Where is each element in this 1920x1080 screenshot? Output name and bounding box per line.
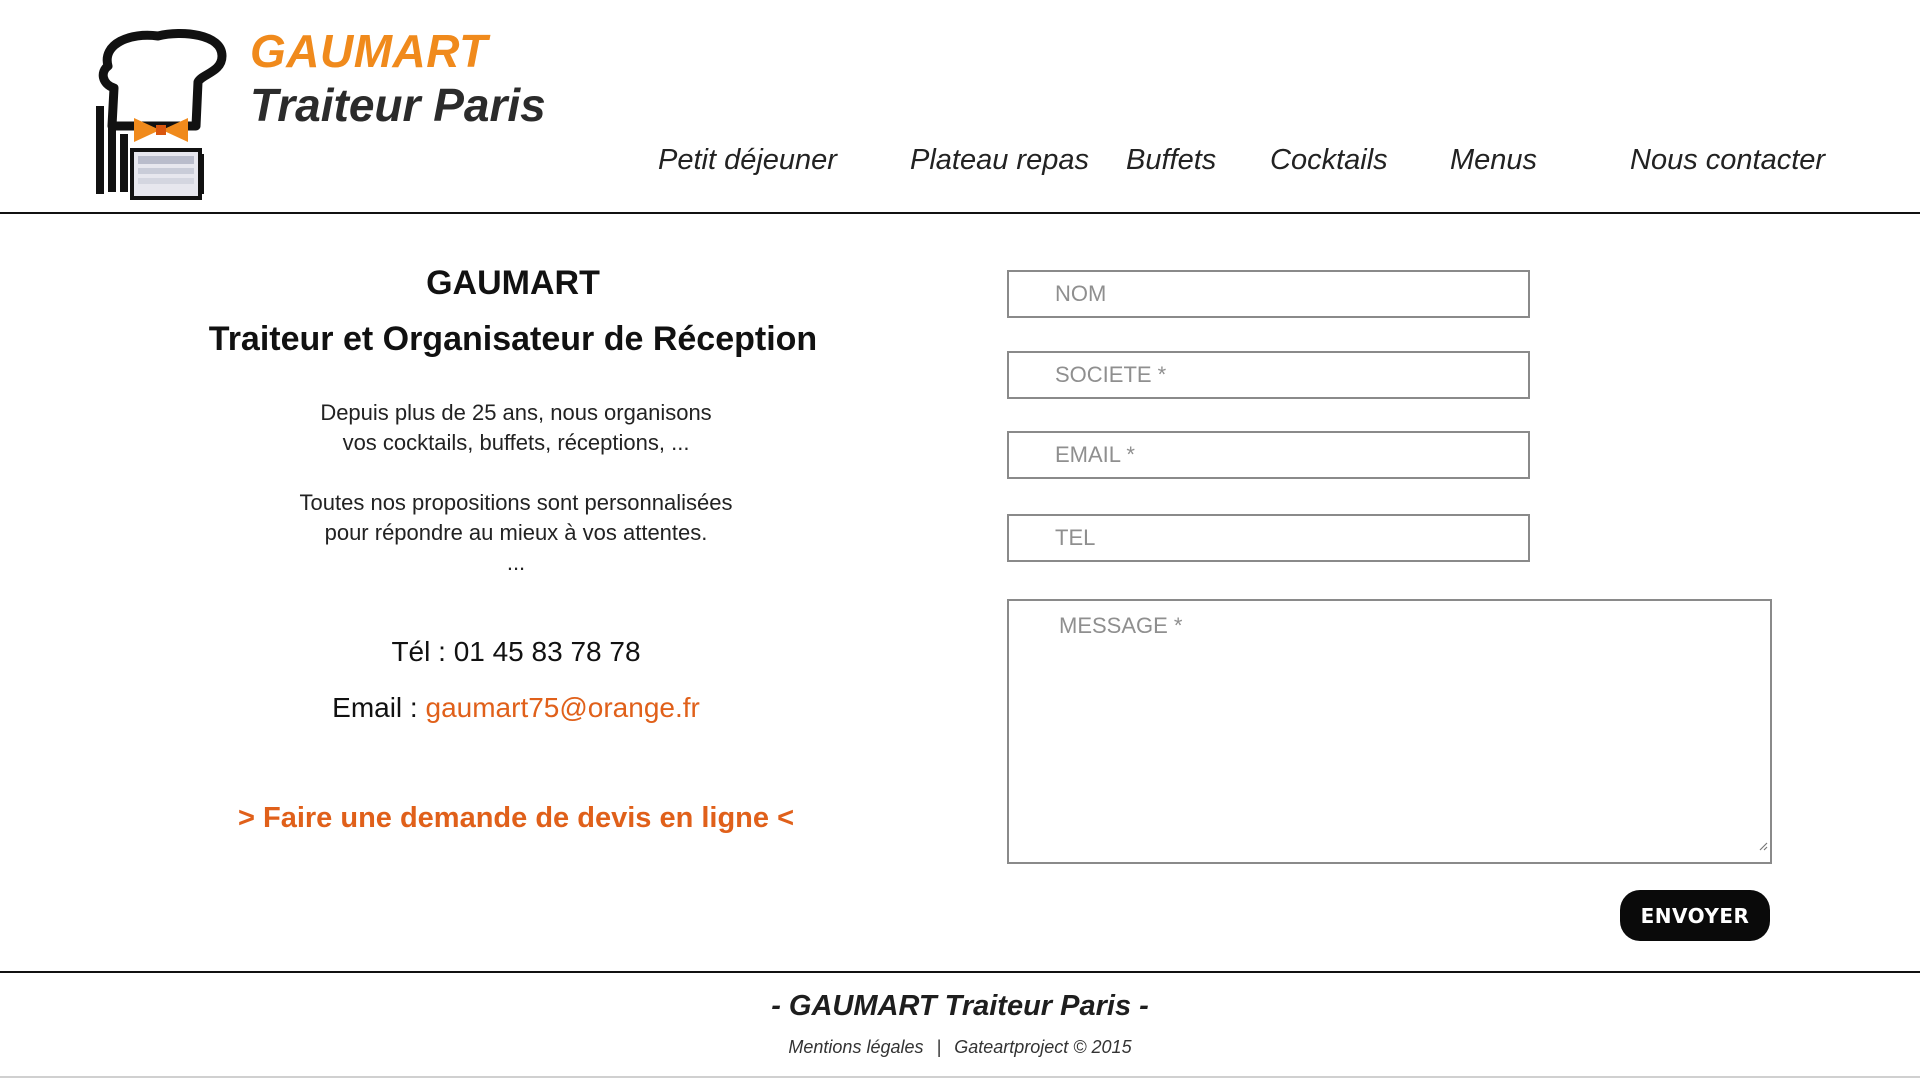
nav-nous-contacter[interactable]: Nous contacter [1630,146,1825,175]
company-field[interactable] [1007,351,1530,399]
bottom-divider [0,1076,1920,1078]
logo-icon[interactable] [94,26,234,202]
quote-request-link[interactable]: > Faire une demande de devis en ligne < [0,802,1032,835]
email-label: Email : [332,692,426,723]
personalization-paragraph: Toutes nos propositions sont personnalis… [0,488,1032,578]
phone-number: Tél : 01 45 83 78 78 [391,636,641,667]
footer-title: - GAUMART Traiteur Paris - [771,990,1149,1022]
email-link[interactable]: gaumart75@orange.fr [426,692,700,723]
email-line: Email : gaumart75@orange.fr [0,692,1032,724]
footer-separator: | [936,1037,942,1057]
intro-paragraph: Depuis plus de 25 ans, nous organisons v… [0,398,1032,458]
nav-buffets[interactable]: Buffets [1126,146,1216,175]
nav-petit-dejeuner[interactable]: Petit déjeuner [658,146,837,175]
nav-plateau-repas[interactable]: Plateau repas [910,146,1089,175]
intro-line: vos cocktails, buffets, réceptions, ... [342,430,690,455]
send-button[interactable]: ENVOYER [1620,890,1770,941]
name-field[interactable] [1007,270,1530,318]
footer-divider [0,971,1920,973]
phone-field[interactable] [1007,514,1530,562]
personalization-line: Toutes nos propositions sont personnalis… [299,490,733,515]
message-field[interactable] [1007,599,1772,864]
legal-notice-link[interactable]: Mentions légales [788,1037,923,1057]
footer-links: Mentions légales | Gateartproject © 2015 [0,1037,1920,1058]
intro-line: Depuis plus de 25 ans, nous organisons [320,400,712,425]
credit-link[interactable]: Gateartproject © 2015 [954,1037,1131,1057]
brand-name[interactable]: GAUMART [250,28,488,74]
header-divider [0,212,1920,214]
resize-grip-icon[interactable] [1758,838,1768,851]
nav-cocktails[interactable]: Cocktails [1270,146,1388,175]
brand-tagline[interactable]: Traiteur Paris [250,82,546,128]
email-field[interactable] [1007,431,1530,479]
company-subtitle: Traiteur et Organisateur de Réception [208,320,818,358]
company-title: GAUMART [426,264,600,302]
nav-menus[interactable]: Menus [1450,146,1537,175]
ellipsis-line: ... [506,550,526,575]
personalization-line: pour répondre au mieux à vos attentes. [324,520,708,545]
